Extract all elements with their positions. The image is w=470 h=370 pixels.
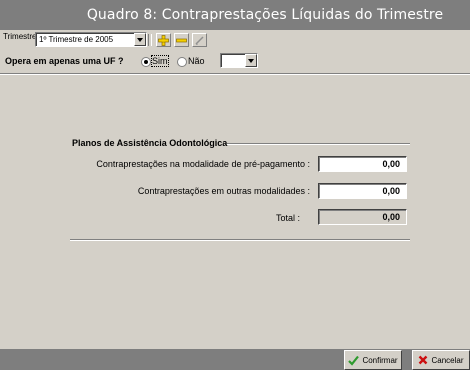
- chevron-down-icon[interactable]: [245, 54, 257, 67]
- trimestre-select[interactable]: 1º Trimestre de 2005: [35, 32, 147, 47]
- trimestre-value: 1º Trimestre de 2005: [39, 35, 114, 44]
- uf-nao-radio[interactable]: [177, 57, 187, 67]
- edit-icon: [195, 35, 204, 45]
- toolbar-separator: [148, 34, 152, 46]
- confirm-label: Confirmar: [362, 355, 398, 365]
- outras-modalidades-label: Contraprestações em outras modalidades :: [137, 186, 310, 196]
- group-title-rule: [227, 143, 410, 145]
- uf-select[interactable]: [220, 53, 258, 68]
- window-title: Quadro 8: Contraprestações Líquidas do T…: [86, 7, 444, 23]
- outras-modalidades-input[interactable]: 0,00: [318, 183, 407, 199]
- cancel-label: Cancelar: [431, 355, 464, 365]
- add-icon: [158, 34, 169, 46]
- edit-button[interactable]: [192, 33, 207, 47]
- uf-nao-label[interactable]: Não: [188, 56, 205, 66]
- chevron-down-icon[interactable]: [134, 33, 146, 46]
- total-label: Total :: [275, 213, 300, 223]
- pre-pagamento-input[interactable]: 0,00: [318, 156, 407, 172]
- uf-question-label: Opera em apenas uma UF ?: [5, 56, 124, 66]
- confirm-button[interactable]: Confirmar: [344, 350, 402, 370]
- remove-button[interactable]: [174, 33, 189, 47]
- uf-sim-label[interactable]: Sim: [151, 55, 169, 67]
- close-icon: [419, 355, 428, 365]
- trimestre-label: Trimestre:: [3, 32, 39, 41]
- remove-icon: [176, 38, 187, 42]
- cancel-button[interactable]: Cancelar: [412, 350, 470, 370]
- group-bottom-rule: [70, 239, 410, 241]
- header-divider: [0, 73, 470, 75]
- pre-pagamento-label: Contraprestações na modalidade de pré-pa…: [96, 159, 310, 169]
- checkmark-icon: [348, 355, 360, 366]
- total-value: 0,00: [318, 209, 407, 225]
- window-title-bar: Quadro 8: Contraprestações Líquidas do T…: [0, 0, 470, 30]
- group-title: Planos de Assistência Odontológica: [72, 138, 228, 148]
- uf-sim-radio[interactable]: [141, 57, 151, 67]
- add-button[interactable]: [156, 33, 171, 47]
